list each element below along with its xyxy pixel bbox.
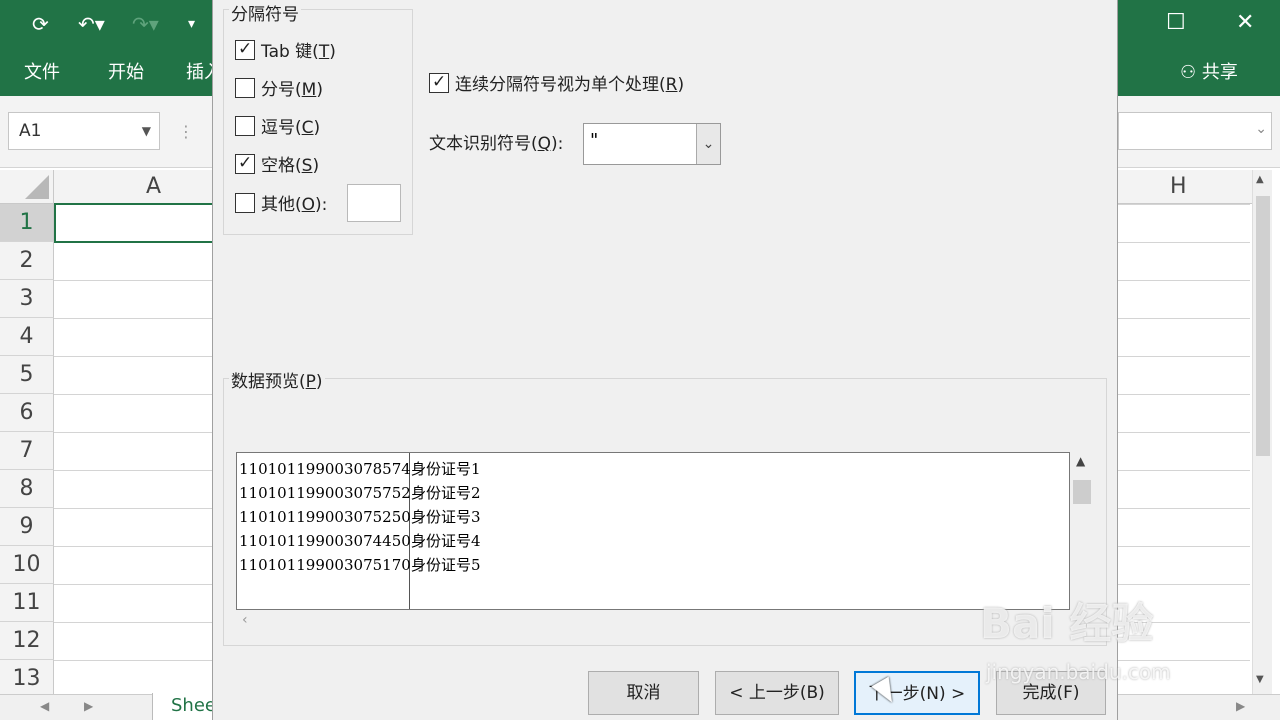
data-preview-title: 数据预览(P)	[229, 367, 325, 392]
close-icon[interactable]: ✕	[1236, 10, 1254, 35]
chevron-down-icon[interactable]: ▼	[142, 113, 151, 149]
check-icon: ✓	[238, 153, 253, 173]
preview-horizontal-scrollbar[interactable]: ‹	[236, 610, 1070, 634]
watermark-logo: Bai 经验	[980, 599, 1154, 648]
semicolon-checkbox[interactable]: 分号(M)	[235, 78, 323, 102]
comma-checkbox[interactable]: 逗号(C)	[235, 116, 320, 140]
check-icon: ✓	[238, 39, 253, 59]
sheet-next-icon[interactable]: ▶	[84, 699, 93, 713]
formula-input[interactable]: ⌄	[1118, 112, 1272, 150]
redo-icon[interactable]: ↷▾	[132, 10, 159, 38]
preview-row: 110101199003075752 身份证号2	[239, 484, 481, 502]
other-checkbox[interactable]: 其他(O):	[235, 193, 327, 217]
preview-row: 110101199003075170 身份证号5	[239, 556, 481, 574]
expand-formula-icon[interactable]: ⌄	[1255, 121, 1267, 137]
text-qualifier-label: 文本识别符号(Q):	[429, 134, 564, 154]
row-header[interactable]: 13	[0, 660, 54, 698]
tab-home[interactable]: 开始	[108, 58, 144, 84]
chevron-down-icon[interactable]: ⌄	[696, 124, 720, 164]
row-header[interactable]: 5	[0, 356, 54, 394]
cancel-button[interactable]: 取消	[588, 671, 699, 715]
column-header-h[interactable]: H	[1170, 174, 1187, 199]
active-cell[interactable]	[54, 203, 214, 243]
preview-row: 110101199003078574 身份证号1	[239, 460, 481, 478]
maximize-icon[interactable]: ☐	[1166, 10, 1186, 35]
sheet-tab[interactable]: Shee	[152, 693, 216, 720]
row-header[interactable]: 4	[0, 318, 54, 356]
share-button[interactable]: ⚇ 共享	[1180, 58, 1238, 84]
next-button[interactable]: 下一步(N) >	[854, 671, 980, 715]
preview-row: 110101199003074450 身份证号4	[239, 532, 481, 550]
check-icon: ✓	[432, 72, 447, 92]
other-delimiter-input[interactable]	[347, 184, 401, 222]
scroll-down-icon[interactable]: ▼	[1256, 674, 1264, 685]
scroll-up-icon[interactable]: ▲	[1076, 454, 1085, 468]
consecutive-delimiters-checkbox[interactable]: ✓ 连续分隔符号视为单个处理(R)	[429, 72, 684, 97]
row-header[interactable]: 6	[0, 394, 54, 432]
text-qualifier-select[interactable]: " ⌄	[583, 123, 721, 165]
watermark-url: jingyan.baidu.com	[986, 660, 1171, 684]
row-header[interactable]: 10	[0, 546, 54, 584]
delimiters-group-title: 分隔符号	[229, 0, 301, 25]
more-icon: ⋮	[178, 122, 194, 141]
person-icon: ⚇	[1180, 62, 1197, 83]
row-header[interactable]: 8	[0, 470, 54, 508]
row-header[interactable]: 7	[0, 432, 54, 470]
back-button[interactable]: < 上一步(B)	[715, 671, 839, 715]
space-checkbox[interactable]: ✓ 空格(S)	[235, 153, 319, 178]
row-header[interactable]: 1	[0, 204, 54, 242]
customize-qat-icon[interactable]: ▾	[188, 10, 195, 38]
row-header[interactable]: 11	[0, 584, 54, 622]
data-preview-pane[interactable]: 110101199003078574 身份证号1 1101011990030757…	[236, 452, 1070, 610]
row-header[interactable]: 2	[0, 242, 54, 280]
row-header[interactable]: 12	[0, 622, 54, 660]
tab-file[interactable]: 文件	[24, 58, 60, 84]
save-icon[interactable]: ⟳	[32, 10, 49, 38]
preview-vertical-scrollbar[interactable]: ▲	[1070, 452, 1094, 610]
vertical-scrollbar[interactable]: ▲ ▼	[1252, 170, 1272, 694]
name-box[interactable]: A1 ▼	[8, 112, 160, 150]
sheet-prev-icon[interactable]: ◀	[40, 699, 49, 713]
scroll-up-icon[interactable]: ▲	[1256, 174, 1264, 185]
tab-checkbox[interactable]: ✓ Tab 键(T)	[235, 39, 336, 64]
preview-row: 110101199003075250 身份证号3	[239, 508, 481, 526]
column-header-a[interactable]: A	[146, 174, 161, 199]
scroll-left-icon[interactable]: ‹	[242, 612, 248, 628]
row-header[interactable]: 9	[0, 508, 54, 546]
hscroll-right-icon[interactable]: ▶	[1236, 699, 1245, 713]
row-header[interactable]: 3	[0, 280, 54, 318]
undo-icon[interactable]: ↶▾	[78, 10, 105, 38]
select-all-corner[interactable]	[0, 170, 54, 204]
